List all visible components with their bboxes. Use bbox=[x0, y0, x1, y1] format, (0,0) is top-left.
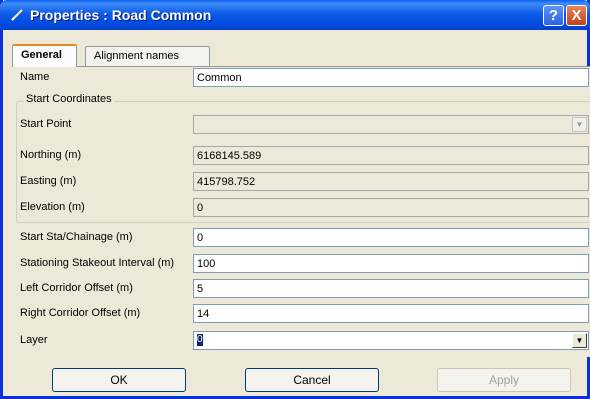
cancel-button[interactable]: Cancel bbox=[245, 368, 379, 392]
elevation-row: Elevation (m) bbox=[12, 197, 590, 219]
elevation-field[interactable] bbox=[193, 198, 589, 217]
start-sta-row: Start Sta/Chainage (m) bbox=[12, 227, 590, 249]
northing-row: Northing (m) bbox=[12, 145, 590, 167]
stakeout-interval-row: Stationing Stakeout Interval (m) bbox=[12, 253, 590, 275]
title-bar[interactable]: Properties : Road Common ? X bbox=[0, 0, 590, 30]
name-field[interactable] bbox=[193, 68, 589, 87]
layer-value: 0 bbox=[197, 334, 203, 347]
right-offset-field[interactable] bbox=[193, 304, 589, 323]
start-sta-field[interactable] bbox=[193, 228, 589, 247]
left-offset-label: Left Corridor Offset (m) bbox=[20, 282, 133, 294]
easting-field[interactable] bbox=[193, 172, 589, 191]
properties-dialog: Properties : Road Common ? X General Ali… bbox=[0, 0, 590, 399]
chevron-down-icon[interactable]: ▼ bbox=[572, 117, 587, 132]
left-offset-field[interactable] bbox=[193, 279, 589, 298]
chevron-down-icon[interactable]: ▼ bbox=[572, 333, 587, 348]
northing-field[interactable] bbox=[193, 146, 589, 165]
pencil-icon bbox=[11, 9, 23, 21]
window-title: Properties : Road Common bbox=[30, 7, 212, 23]
easting-label: Easting (m) bbox=[20, 175, 77, 187]
tab-general[interactable]: General bbox=[12, 44, 77, 67]
start-point-label: Start Point bbox=[20, 118, 72, 130]
help-button[interactable]: ? bbox=[543, 5, 564, 26]
right-offset-label: Right Corridor Offset (m) bbox=[20, 307, 141, 319]
elevation-label: Elevation (m) bbox=[20, 201, 85, 213]
layer-label: Layer bbox=[20, 334, 48, 346]
name-row: Name bbox=[12, 67, 590, 89]
layer-row: Layer 0 ▼ bbox=[12, 330, 590, 352]
left-offset-row: Left Corridor Offset (m) bbox=[12, 278, 590, 300]
close-button[interactable]: X bbox=[566, 5, 587, 26]
ok-button[interactable]: OK bbox=[52, 368, 186, 392]
general-panel: Name Start Coordinates Start Point ▼ Nor… bbox=[12, 66, 590, 357]
name-label: Name bbox=[20, 71, 50, 83]
stakeout-interval-field[interactable] bbox=[193, 254, 589, 273]
start-coordinates-title: Start Coordinates bbox=[24, 93, 114, 105]
start-sta-label: Start Sta/Chainage (m) bbox=[20, 231, 133, 243]
start-point-row: Start Point ▼ bbox=[12, 114, 590, 136]
easting-row: Easting (m) bbox=[12, 171, 590, 193]
right-offset-row: Right Corridor Offset (m) bbox=[12, 303, 590, 325]
start-point-select[interactable]: ▼ bbox=[193, 115, 589, 134]
stakeout-interval-label: Stationing Stakeout Interval (m) bbox=[20, 257, 175, 269]
tab-alignment-names[interactable]: Alignment names bbox=[85, 46, 210, 66]
apply-button[interactable]: Apply bbox=[437, 368, 571, 392]
layer-select[interactable]: 0 ▼ bbox=[193, 331, 589, 350]
northing-label: Northing (m) bbox=[20, 149, 82, 161]
